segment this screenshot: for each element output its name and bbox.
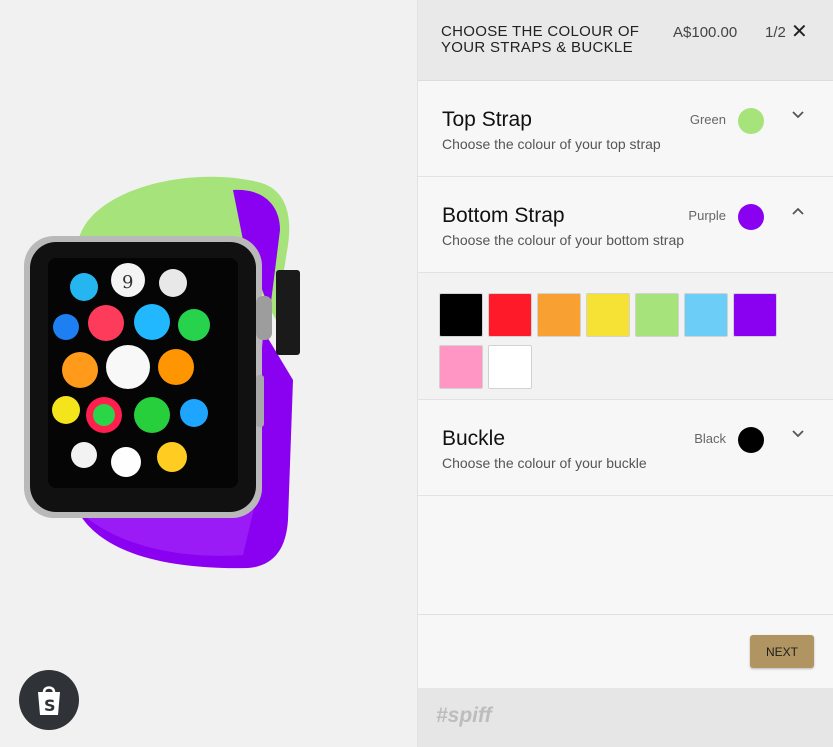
color-chip-black[interactable] [439, 293, 483, 337]
color-chip-blue[interactable] [684, 293, 728, 337]
shopify-badge[interactable]: S [19, 670, 79, 730]
option-title: Buckle [442, 427, 506, 450]
chevron-up-icon[interactable] [791, 204, 805, 218]
option-description: Choose the colour of your buckle [442, 455, 647, 471]
option-title: Top Strap [442, 108, 532, 131]
step-title: CHOOSE THE COLOUR OF YOUR STRAPS & BUCKL… [441, 23, 640, 56]
next-button[interactable]: NEXT [750, 635, 814, 668]
option-description: Choose the colour of your bottom strap [442, 232, 685, 248]
color-palette [418, 273, 833, 400]
option-top-strap[interactable]: Top Strap Choose the colour of your top … [418, 81, 833, 177]
divider [418, 614, 833, 615]
step-counter: 1/2 [765, 24, 786, 41]
option-description: Choose the colour of your top strap [442, 136, 661, 152]
color-chip-yellow[interactable] [586, 293, 630, 337]
options-panel: CHOOSE THE COLOUR OF YOUR STRAPS & BUCKL… [417, 0, 833, 747]
option-color-swatch [738, 108, 764, 134]
option-selected-value: Green [689, 112, 726, 127]
close-icon[interactable]: ✕ [791, 22, 808, 42]
svg-text:S: S [44, 696, 56, 715]
option-title: Bottom Strap [442, 204, 565, 227]
product-preview[interactable]: 9 S [0, 0, 417, 747]
shopify-bag-icon: S [38, 686, 60, 715]
option-bottom-strap[interactable]: Bottom Strap Choose the colour of your b… [418, 177, 833, 273]
color-chip-green[interactable] [635, 293, 679, 337]
panel-header: CHOOSE THE COLOUR OF YOUR STRAPS & BUCKL… [418, 0, 833, 81]
color-chip-orange[interactable] [537, 293, 581, 337]
option-color-swatch [738, 427, 764, 453]
apple-watch-preview[interactable]: 9 [18, 170, 318, 580]
option-selected-value: Purple [688, 208, 726, 223]
color-chip-white[interactable] [488, 345, 532, 389]
option-buckle[interactable]: Buckle Choose the colour of your buckle … [418, 400, 833, 496]
color-chip-pink[interactable] [439, 345, 483, 389]
color-chip-red[interactable] [488, 293, 532, 337]
watch-face-digit: 9 [122, 272, 133, 293]
footer: #spiff [418, 688, 833, 747]
chevron-down-icon[interactable] [791, 427, 805, 441]
option-color-swatch [738, 204, 764, 230]
spiff-logo: #spiff [436, 704, 492, 727]
price-label: A$100.00 [673, 24, 738, 41]
chevron-down-icon[interactable] [791, 108, 805, 122]
color-chip-purple[interactable] [733, 293, 777, 337]
option-selected-value: Black [694, 431, 726, 446]
